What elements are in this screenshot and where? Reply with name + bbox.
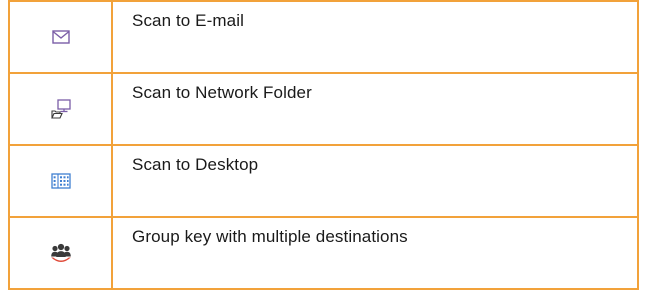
row-label-network-folder: Scan to Network Folder	[132, 83, 312, 102]
network-folder-icon	[10, 74, 111, 144]
icon-cell	[8, 144, 113, 218]
envelope-icon	[10, 2, 111, 72]
group-people-icon	[10, 218, 111, 288]
label-cell: Scan to Network Folder	[111, 72, 639, 146]
table-row: Group key with multiple destinations	[8, 216, 639, 290]
row-label-email: Scan to E-mail	[132, 11, 244, 30]
label-cell: Group key with multiple destinations	[111, 216, 639, 290]
row-label-group-key: Group key with multiple destinations	[132, 227, 408, 246]
icon-cell	[8, 72, 113, 146]
label-cell: Scan to E-mail	[111, 0, 639, 74]
icon-cell	[8, 216, 113, 290]
desktop-grid-icon	[10, 146, 111, 216]
label-cell: Scan to Desktop	[111, 144, 639, 218]
table-row: Scan to Network Folder	[8, 72, 639, 146]
icon-cell	[8, 0, 113, 74]
row-label-desktop: Scan to Desktop	[132, 155, 259, 174]
table-row: Scan to E-mail	[8, 0, 639, 74]
scan-destination-table: Scan to E-mail Scan to Network Folder Sc…	[8, 0, 639, 290]
table-row: Scan to Desktop	[8, 144, 639, 218]
